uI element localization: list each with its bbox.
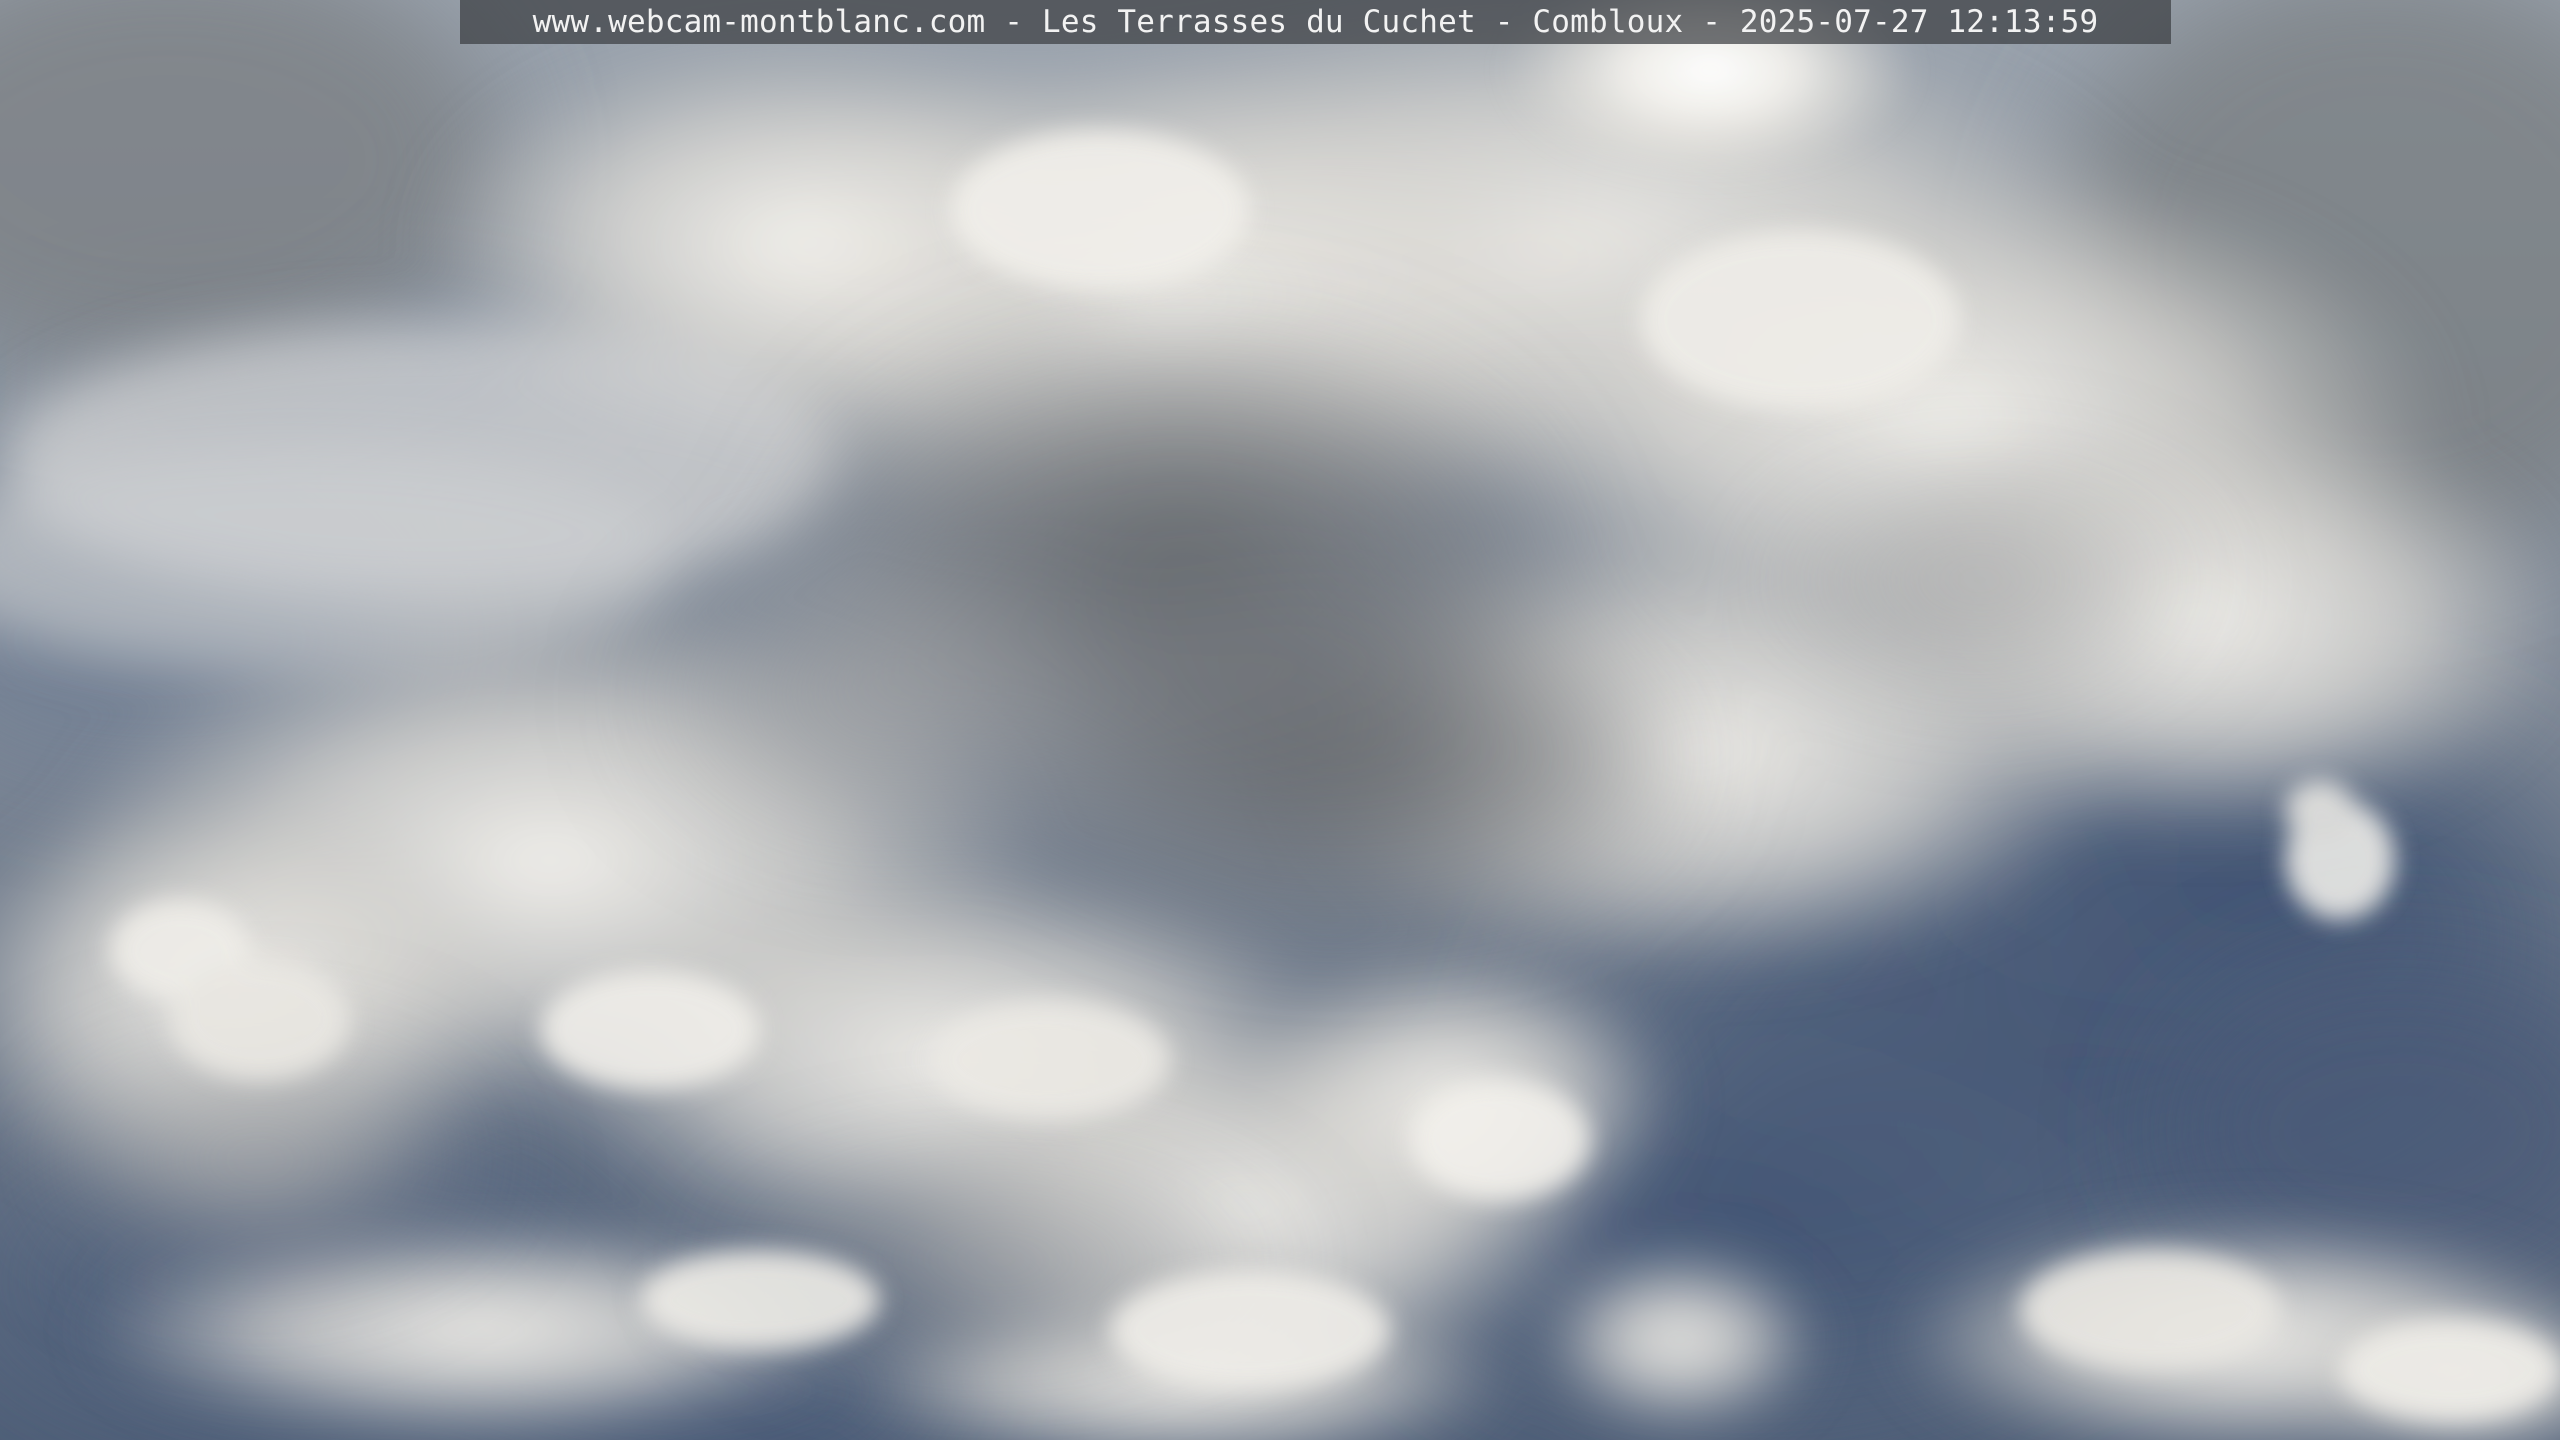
- sky-clouds-image: [0, 0, 2560, 1440]
- webcam-caption-bar: www.webcam-montblanc.com - Les Terrasses…: [460, 0, 2171, 44]
- webcam-frame: www.webcam-montblanc.com - Les Terrasses…: [0, 0, 2560, 1440]
- webcam-caption-text: www.webcam-montblanc.com - Les Terrasses…: [532, 4, 2099, 40]
